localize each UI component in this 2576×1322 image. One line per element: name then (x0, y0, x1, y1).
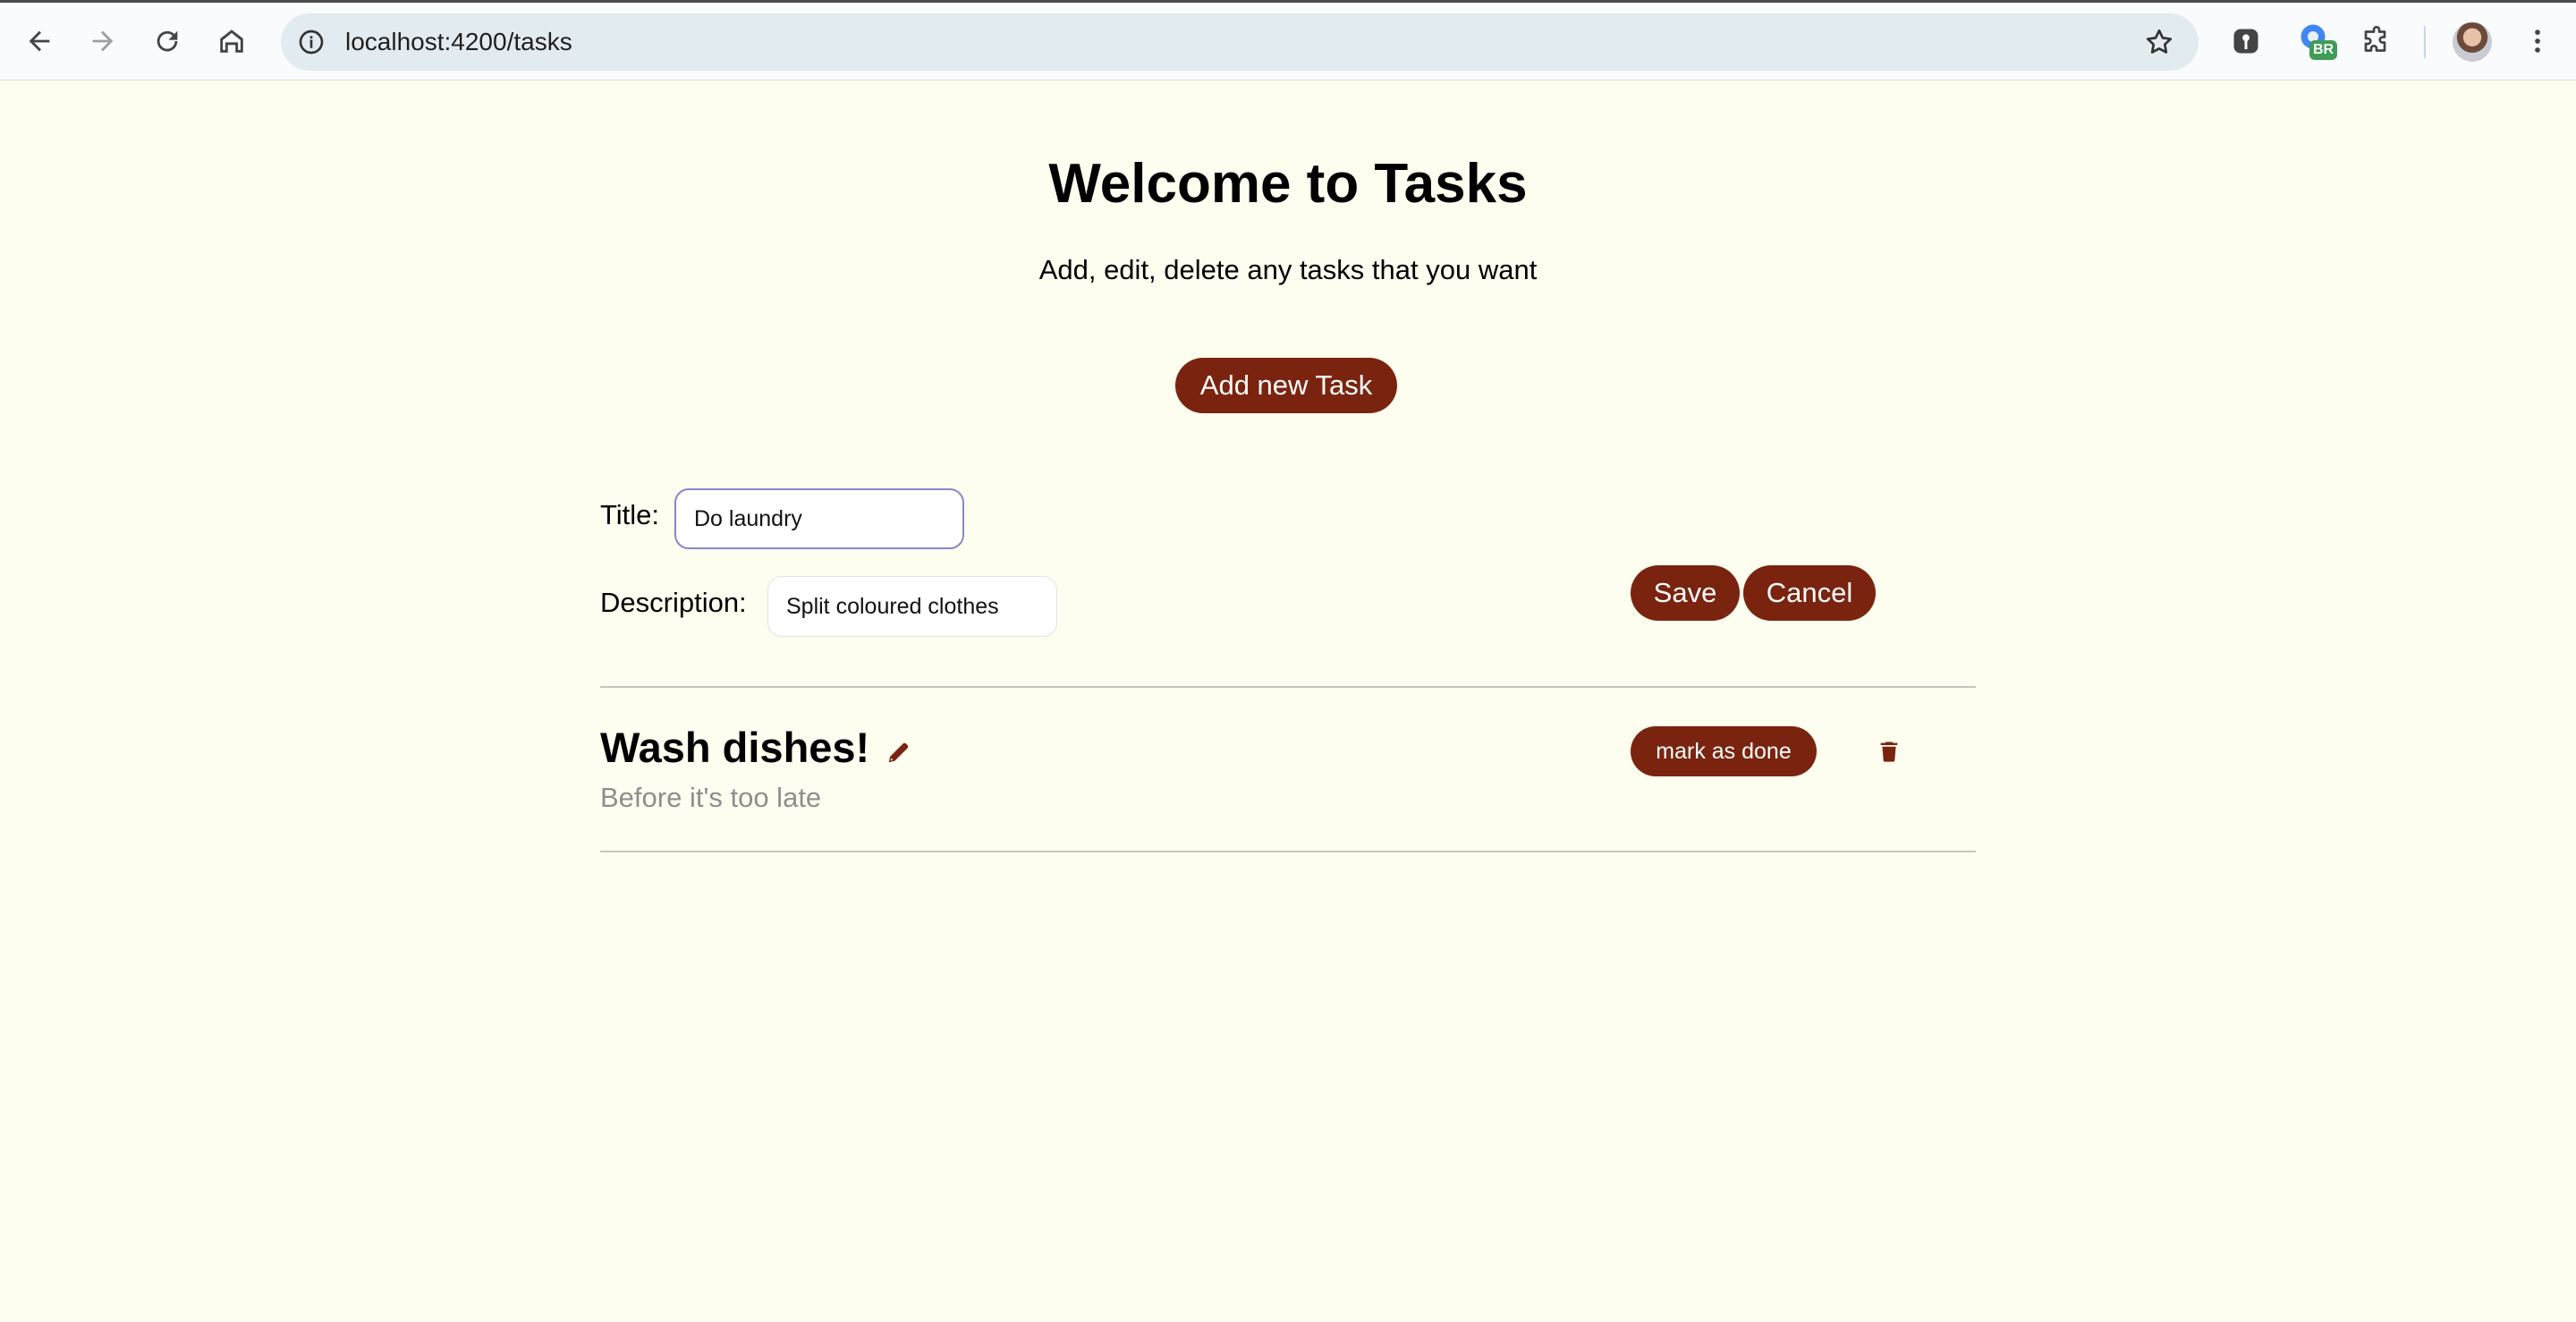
mark-as-done-button[interactable]: mark as done (1631, 726, 1817, 776)
tasks-page: Welcome to Tasks Add, edit, delete any t… (0, 81, 2576, 1318)
edit-pencil-icon[interactable] (886, 739, 912, 766)
trash-icon[interactable] (1875, 737, 1903, 766)
address-bar[interactable]: localhost:4200/tasks (281, 13, 2199, 71)
page-subtitle: Add, edit, delete any tasks that you wan… (1038, 254, 1538, 285)
browser-toolbar: localhost:4200/tasks BR (0, 0, 2576, 81)
title-input[interactable] (674, 488, 964, 549)
description-input[interactable] (767, 576, 1057, 637)
task-title: Wash dishes! (600, 724, 870, 771)
forward-button[interactable] (80, 19, 125, 64)
back-icon (29, 30, 50, 52)
toolbar-divider (2424, 26, 2426, 58)
reload-button[interactable] (145, 19, 190, 64)
forward-icon (92, 30, 114, 52)
info-icon[interactable] (293, 24, 329, 60)
save-button[interactable]: Save (1631, 565, 1740, 621)
divider (600, 686, 1976, 688)
back-button[interactable] (17, 19, 62, 64)
add-task-button[interactable]: Add new Task (1175, 358, 1397, 413)
password-key-icon[interactable] (2225, 21, 2267, 62)
page-title: Welcome to Tasks (1048, 153, 1528, 215)
title-label: Title: (600, 499, 660, 530)
cancel-button[interactable]: Cancel (1743, 565, 1876, 621)
extension-br-icon[interactable]: BR (2295, 21, 2338, 62)
url-text[interactable]: localhost:4200/tasks (345, 28, 572, 56)
task-description: Before it's too late (600, 782, 822, 813)
home-icon (220, 30, 243, 53)
home-button[interactable] (209, 19, 254, 64)
profile-avatar[interactable] (2453, 22, 2492, 62)
bookmark-star-icon[interactable] (2143, 26, 2175, 58)
reload-icon (157, 30, 178, 52)
extension-badge: BR (2309, 40, 2338, 60)
description-label: Description: (600, 587, 747, 618)
extensions-puzzle-icon[interactable] (2356, 21, 2397, 62)
divider (600, 851, 1976, 852)
menu-dots-icon[interactable] (2517, 21, 2558, 62)
